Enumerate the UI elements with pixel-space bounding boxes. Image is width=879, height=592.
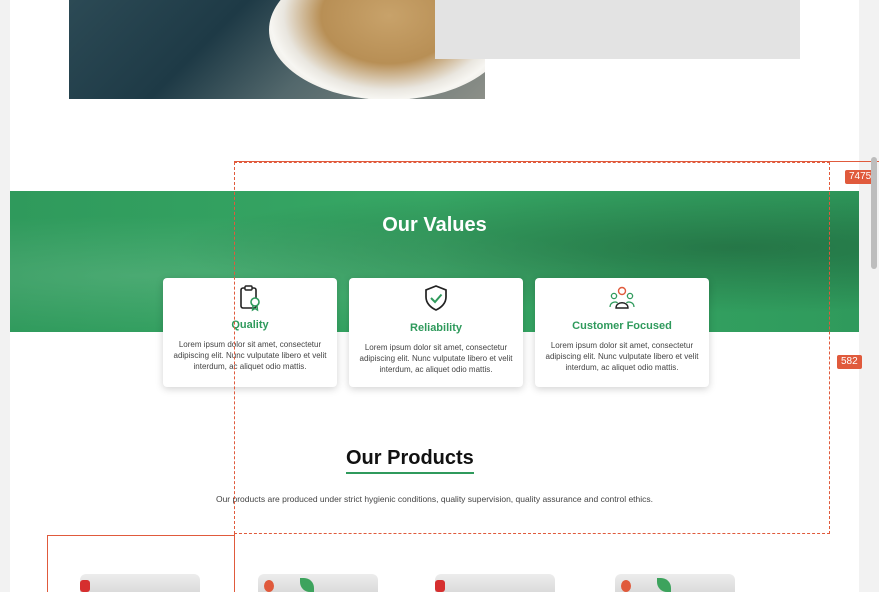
hero-image <box>69 0 485 99</box>
product-bag-logo <box>621 580 631 592</box>
product-bag-logo <box>264 580 274 592</box>
inspector-badge-mid: 582 <box>837 355 862 369</box>
product-bag-logo <box>435 580 445 592</box>
inspector-selection-box <box>234 162 830 534</box>
product-bag-3[interactable] <box>435 574 555 592</box>
product-bag-4[interactable] <box>615 574 735 592</box>
leaf-icon <box>657 578 671 592</box>
leaf-icon <box>300 578 314 592</box>
scrollbar-thumb[interactable] <box>871 157 877 269</box>
product-bag-2[interactable] <box>258 574 378 592</box>
hero-placeholder-panel <box>435 0 800 59</box>
inspector-hover-box <box>47 535 235 592</box>
